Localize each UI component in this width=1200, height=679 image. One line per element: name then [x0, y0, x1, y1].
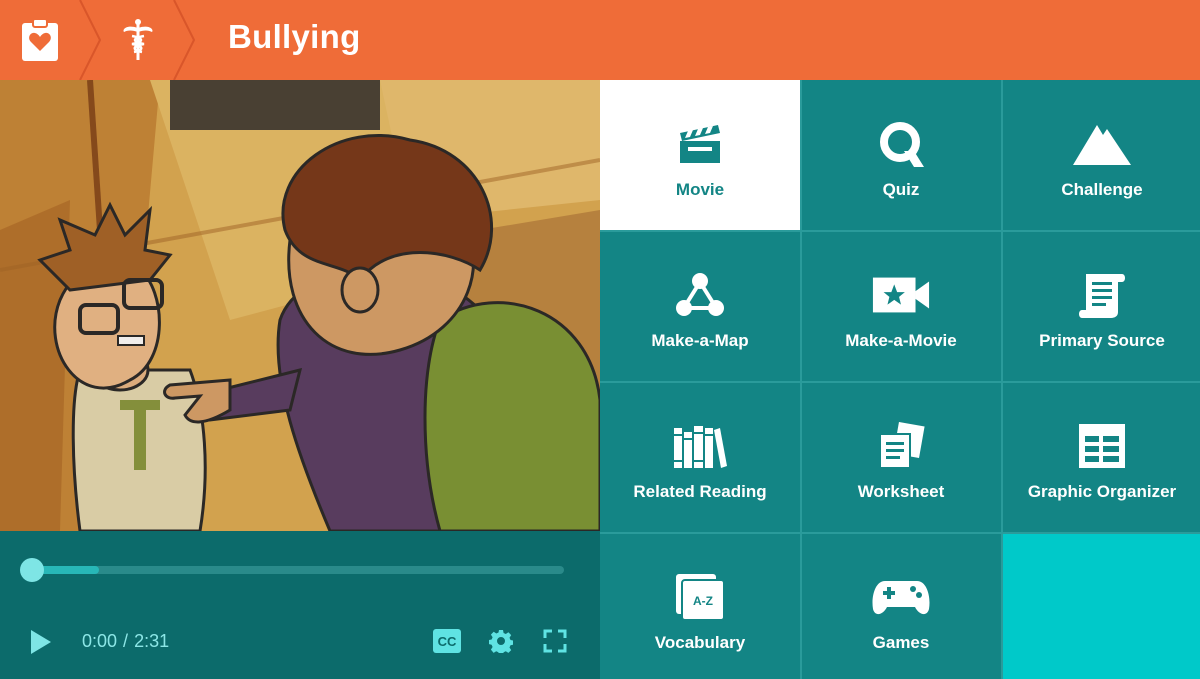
- empty-tile: [1002, 533, 1200, 679]
- grid-divider: [1001, 80, 1003, 679]
- mountain-icon: [1072, 114, 1132, 174]
- play-icon: [31, 630, 51, 654]
- grid-divider: [600, 230, 1200, 232]
- tile-make-a-movie[interactable]: Make-a-Movie: [801, 231, 1001, 381]
- gear-icon: [488, 630, 514, 656]
- progress-handle[interactable]: [20, 558, 44, 582]
- tile-label: Worksheet: [857, 482, 945, 501]
- books-icon: [670, 416, 730, 476]
- video-player[interactable]: [0, 80, 600, 531]
- tile-graphic-organizer[interactable]: Graphic Organizer: [1002, 382, 1200, 532]
- progress-track[interactable]: [30, 566, 564, 574]
- tile-vocabulary[interactable]: A-Z Vocabulary: [600, 533, 800, 679]
- grid-divider: [600, 381, 1200, 383]
- tile-label: Make-a-Movie: [845, 331, 957, 350]
- closed-captions-button[interactable]: CC: [433, 629, 461, 653]
- caduceus-icon: [123, 19, 153, 60]
- tile-challenge[interactable]: Challenge: [1002, 80, 1200, 230]
- tile-related-reading[interactable]: Related Reading: [600, 382, 800, 532]
- time-separator: /: [123, 631, 129, 651]
- tile-label: Quiz: [882, 180, 920, 199]
- grid-divider: [800, 80, 802, 679]
- top-header: Bullying: [0, 0, 1200, 80]
- page-title: Bullying: [228, 18, 361, 55]
- a-z-cards-icon: A-Z: [670, 567, 730, 627]
- tile-worksheet[interactable]: Worksheet: [801, 382, 1001, 532]
- settings-button[interactable]: [488, 629, 514, 656]
- tile-make-a-map[interactable]: Make-a-Map: [600, 231, 800, 381]
- tile-label: Make-a-Map: [651, 331, 749, 350]
- video-frame-illustration: [0, 80, 600, 531]
- concept-map-icon: [670, 265, 730, 325]
- gamepad-icon: [871, 567, 931, 627]
- grid-divider: [600, 532, 1200, 534]
- worksheet-pages-icon: [871, 416, 931, 476]
- tile-label: Graphic Organizer: [1027, 482, 1177, 501]
- tile-movie[interactable]: Movie: [600, 80, 800, 230]
- breadcrumb-separator: [173, 0, 196, 80]
- play-button[interactable]: [28, 628, 54, 656]
- tile-label: Movie: [675, 180, 725, 199]
- tile-primary-source[interactable]: Primary Source: [1002, 231, 1200, 381]
- duration: 2:31: [134, 631, 170, 651]
- fullscreen-icon: [543, 629, 567, 653]
- tile-label: Primary Source: [1039, 331, 1165, 350]
- tile-quiz[interactable]: Quiz: [801, 80, 1001, 230]
- tile-label: Challenge: [1061, 180, 1143, 199]
- movie-camera-star-icon: [871, 265, 931, 325]
- fullscreen-button[interactable]: [543, 629, 567, 653]
- health-clipboard-icon: [22, 18, 58, 61]
- scroll-icon: [1072, 265, 1132, 325]
- tile-label: Vocabulary: [654, 633, 746, 652]
- quiz-q-icon: [871, 114, 931, 174]
- clapperboard-icon: [670, 114, 730, 174]
- a-z-card-text: A-Z: [693, 594, 713, 608]
- tile-games[interactable]: Games: [801, 533, 1001, 679]
- video-controls: [0, 531, 600, 679]
- time-display: 0:00/2:31: [82, 631, 169, 652]
- table-grid-icon: [1072, 416, 1132, 476]
- tile-label: Games: [872, 633, 930, 652]
- breadcrumb-home[interactable]: [0, 0, 80, 80]
- current-time: 0:00: [82, 631, 118, 651]
- tile-label: Related Reading: [633, 482, 767, 501]
- breadcrumb-health[interactable]: [98, 0, 178, 80]
